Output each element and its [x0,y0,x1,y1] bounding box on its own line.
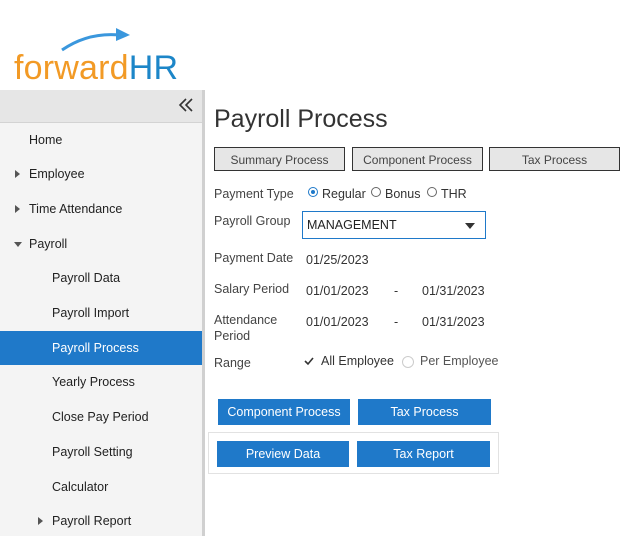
payroll-group-select[interactable]: MANAGEMENT [302,211,486,239]
sidebar-item-home[interactable]: Home [0,123,202,157]
sidebar: Home Employee Time Attendance Payroll Pa… [0,90,205,536]
payment-type-thr-label: THR [441,187,467,201]
sidebar-item-payroll-process[interactable]: Payroll Process [0,331,202,365]
chevron-right-icon [15,205,20,213]
page-title: Payroll Process [214,105,388,133]
sidebar-item-label: Home [29,133,63,147]
sidebar-item-label: Payroll Import [52,306,130,320]
sidebar-item-calculator[interactable]: Calculator [0,470,202,504]
tab-tax-process[interactable]: Tax Process [489,147,620,171]
range-per-employee-label: Per Employee [420,354,499,368]
salary-period-label: Salary Period [214,282,290,296]
logo-text-forward: forward [14,49,129,87]
payroll-group-label: Payroll Group [214,214,291,228]
sidebar-collapse-bar [0,90,202,123]
tab-component-process[interactable]: Component Process [352,147,483,171]
chevron-right-icon [15,170,20,178]
range-per-employee-radio[interactable] [402,356,414,368]
chevron-down-icon [14,242,22,247]
sidebar-item-time-attendance[interactable]: Time Attendance [0,192,202,226]
logo-text: forwardHR [14,48,178,88]
sidebar-item-label: Employee [29,167,85,181]
component-process-button[interactable]: Component Process [218,399,350,425]
forwardhr-logo: forwardHR [14,26,214,90]
collapse-icon[interactable] [178,97,194,113]
payment-type-bonus-radio[interactable] [371,187,381,197]
attendance-period-to: 01/31/2023 [422,315,485,329]
all-employee-check-icon[interactable] [303,355,315,367]
sidebar-item-payroll-setting[interactable]: Payroll Setting [0,435,202,469]
preview-data-button[interactable]: Preview Data [217,441,349,467]
sidebar-item-label: Payroll Data [52,271,121,285]
salary-period-to: 01/31/2023 [422,284,485,298]
payment-type-label: Payment Type [214,187,294,201]
attendance-period-from: 01/01/2023 [306,315,369,329]
payment-type-bonus-label: Bonus [385,187,421,201]
sidebar-item-label: Calculator [52,480,109,494]
sidebar-item-label: Payroll Process [52,341,139,355]
sidebar-item-label: Payroll Setting [52,445,133,459]
salary-period-from: 01/01/2023 [306,284,369,298]
salary-period-separator: - [394,284,399,298]
attendance-period-separator: - [394,315,399,329]
sidebar-item-label: Yearly Process [52,375,135,389]
sidebar-item-payroll-import[interactable]: Payroll Import [0,296,202,330]
chevron-right-icon [38,517,43,525]
logo-text-hr: HR [128,49,179,87]
attendance-period-label-line1: Attendance [214,313,278,327]
attendance-period-label-line2: Period [214,329,251,343]
payment-date-value: 01/25/2023 [306,253,369,267]
sidebar-item-label: Close Pay Period [52,410,149,424]
sidebar-item-payroll-data[interactable]: Payroll Data [0,261,202,295]
tax-report-button[interactable]: Tax Report [357,441,490,467]
sidebar-item-close-pay-period[interactable]: Close Pay Period [0,400,202,434]
sidebar-item-employee[interactable]: Employee [0,157,202,191]
payment-type-thr-radio[interactable] [427,187,437,197]
payment-type-regular-radio[interactable] [308,187,318,197]
tax-process-button[interactable]: Tax Process [358,399,491,425]
sidebar-item-label: Payroll [29,237,68,251]
tab-summary-process[interactable]: Summary Process [214,147,345,171]
payment-type-regular-label: Regular [322,187,366,201]
caret-down-icon [465,223,475,229]
range-all-employee-label: All Employee [321,354,394,368]
sidebar-item-label: Time Attendance [29,202,123,216]
sidebar-item-payroll[interactable]: Payroll [0,227,202,261]
sidebar-item-payroll-report[interactable]: Payroll Report [0,504,202,538]
sidebar-item-label: Payroll Report [52,514,132,528]
sidebar-item-yearly-process[interactable]: Yearly Process [0,365,202,399]
payroll-group-value: MANAGEMENT [307,218,397,232]
range-label: Range [214,356,251,370]
payment-date-label: Payment Date [214,251,294,265]
